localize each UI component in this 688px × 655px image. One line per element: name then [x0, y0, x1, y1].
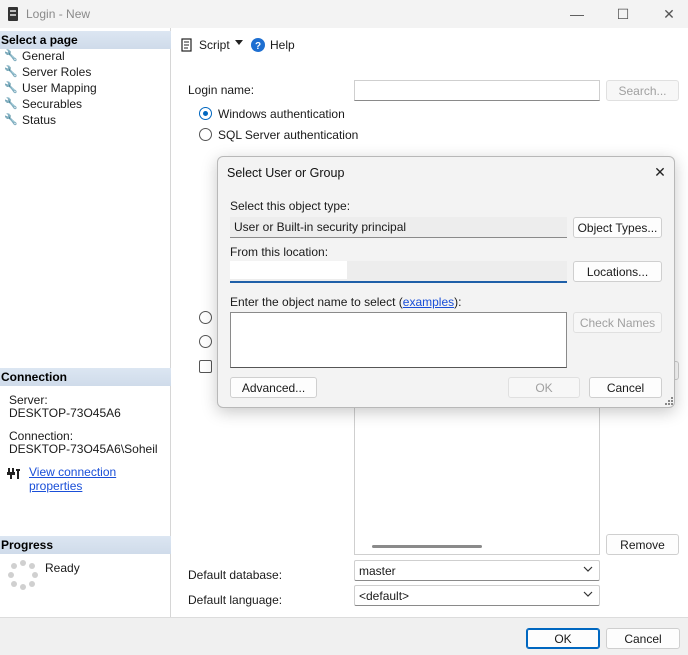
caret-down-icon	[235, 40, 243, 45]
page-user-mapping[interactable]: 🔧 User Mapping	[4, 80, 97, 96]
locations-button[interactable]: Locations...	[573, 261, 662, 282]
location-value-highlight	[230, 261, 347, 279]
svg-text:?: ?	[255, 41, 261, 52]
cancel-button[interactable]: Cancel	[606, 628, 680, 649]
mapped-certificate-radio[interactable]	[199, 311, 212, 324]
server-value: DESKTOP-73O45A6	[9, 406, 121, 420]
page-general-label: General	[22, 49, 65, 63]
sql-auth-label: SQL Server authentication	[218, 128, 359, 142]
connection-header: Connection	[0, 368, 171, 386]
script-dropdown-arrow[interactable]	[235, 40, 243, 46]
resize-grip-icon[interactable]	[664, 397, 673, 406]
default-database-label: Default database:	[188, 568, 283, 582]
mapped-asymmetric-key-radio[interactable]	[199, 335, 212, 348]
advanced-button[interactable]: Advanced...	[230, 377, 317, 398]
help-label: Help	[270, 38, 295, 52]
default-database-value: master	[359, 564, 396, 578]
server-label: Server:	[9, 393, 48, 407]
chevron-down-icon	[583, 566, 593, 572]
default-database-select[interactable]: master	[354, 560, 600, 581]
ok-button[interactable]: OK	[526, 628, 600, 649]
progress-spinner-icon	[8, 560, 38, 590]
page-server-roles[interactable]: 🔧 Server Roles	[4, 64, 91, 80]
page-securables-label: Securables	[22, 97, 83, 111]
object-name-label: Enter the object name to select (example…	[230, 295, 461, 309]
examples-link[interactable]: examples	[403, 295, 454, 309]
location-field	[230, 261, 567, 283]
horizontal-scrollbar[interactable]	[372, 545, 482, 548]
close-button[interactable]: ✕	[646, 0, 688, 28]
toolbar: Script ? Help	[172, 28, 688, 62]
object-types-button[interactable]: Object Types...	[573, 217, 662, 238]
dialog-close-button[interactable]: ✕	[651, 163, 669, 181]
wrench-icon: 🔧	[4, 50, 18, 62]
search-button[interactable]: Search...	[606, 80, 679, 101]
object-name-label-text: Enter the object name to select (	[230, 295, 403, 309]
login-name-input[interactable]	[354, 80, 600, 101]
wrench-icon: 🔧	[4, 98, 18, 110]
script-label: Script	[199, 38, 230, 52]
wrench-icon: 🔧	[4, 114, 18, 126]
connection-label: Connection:	[9, 429, 74, 443]
connection-properties-icon	[7, 466, 23, 480]
maximize-button[interactable]: ☐	[600, 0, 646, 28]
view-connection-properties-link[interactable]: View connection properties	[29, 465, 170, 493]
script-button[interactable]: Script	[180, 38, 230, 52]
default-language-label: Default language:	[188, 593, 283, 607]
remove-button[interactable]: Remove	[606, 534, 679, 555]
script-icon	[181, 38, 192, 52]
dialog-ok-button[interactable]: OK	[508, 377, 580, 398]
left-pane: Select a page 🔧 General 🔧 Server Roles 🔧…	[0, 28, 171, 617]
window-title: Login - New	[26, 7, 91, 21]
footer-bar: OK Cancel	[0, 617, 688, 655]
object-type-label: Select this object type:	[230, 199, 351, 213]
progress-header: Progress	[0, 536, 171, 554]
default-language-value: <default>	[359, 589, 410, 603]
object-type-field: User or Built-in security principal	[230, 217, 567, 238]
page-user-mapping-label: User Mapping	[22, 81, 97, 95]
help-icon: ?	[251, 38, 265, 52]
default-language-select[interactable]: <default>	[354, 585, 600, 606]
page-securables[interactable]: 🔧 Securables	[4, 96, 82, 112]
login-name-label: Login name:	[188, 83, 255, 97]
dialog-cancel-button[interactable]: Cancel	[589, 377, 662, 398]
wrench-icon: 🔧	[4, 66, 18, 78]
check-names-button[interactable]: Check Names	[573, 312, 662, 333]
sql-auth-radio[interactable]	[199, 128, 212, 141]
object-name-label-end: ):	[454, 295, 462, 309]
connection-value: DESKTOP-73O45A6\Soheil	[9, 442, 158, 456]
help-button[interactable]: ? Help	[251, 38, 295, 52]
chevron-down-icon	[583, 591, 593, 597]
dialog-title: Select User or Group	[227, 166, 345, 180]
map-credential-checkbox[interactable]	[199, 360, 212, 373]
page-general[interactable]: 🔧 General	[4, 48, 65, 64]
ssms-app-icon	[8, 7, 18, 21]
progress-status: Ready	[45, 561, 80, 575]
page-server-roles-label: Server Roles	[22, 65, 92, 79]
windows-auth-radio[interactable]	[199, 107, 212, 120]
page-status[interactable]: 🔧 Status	[4, 112, 56, 128]
select-user-or-group-dialog: Select User or Group ✕ Select this objec…	[217, 156, 675, 408]
page-status-label: Status	[22, 113, 57, 127]
title-bar: Login - New — ☐ ✕	[0, 0, 688, 28]
select-page-header: Select a page	[0, 31, 171, 49]
object-name-textarea[interactable]	[230, 312, 567, 368]
location-label: From this location:	[230, 245, 329, 259]
windows-auth-label: Windows authentication	[218, 107, 345, 121]
minimize-button[interactable]: —	[554, 0, 600, 28]
wrench-icon: 🔧	[4, 82, 18, 94]
